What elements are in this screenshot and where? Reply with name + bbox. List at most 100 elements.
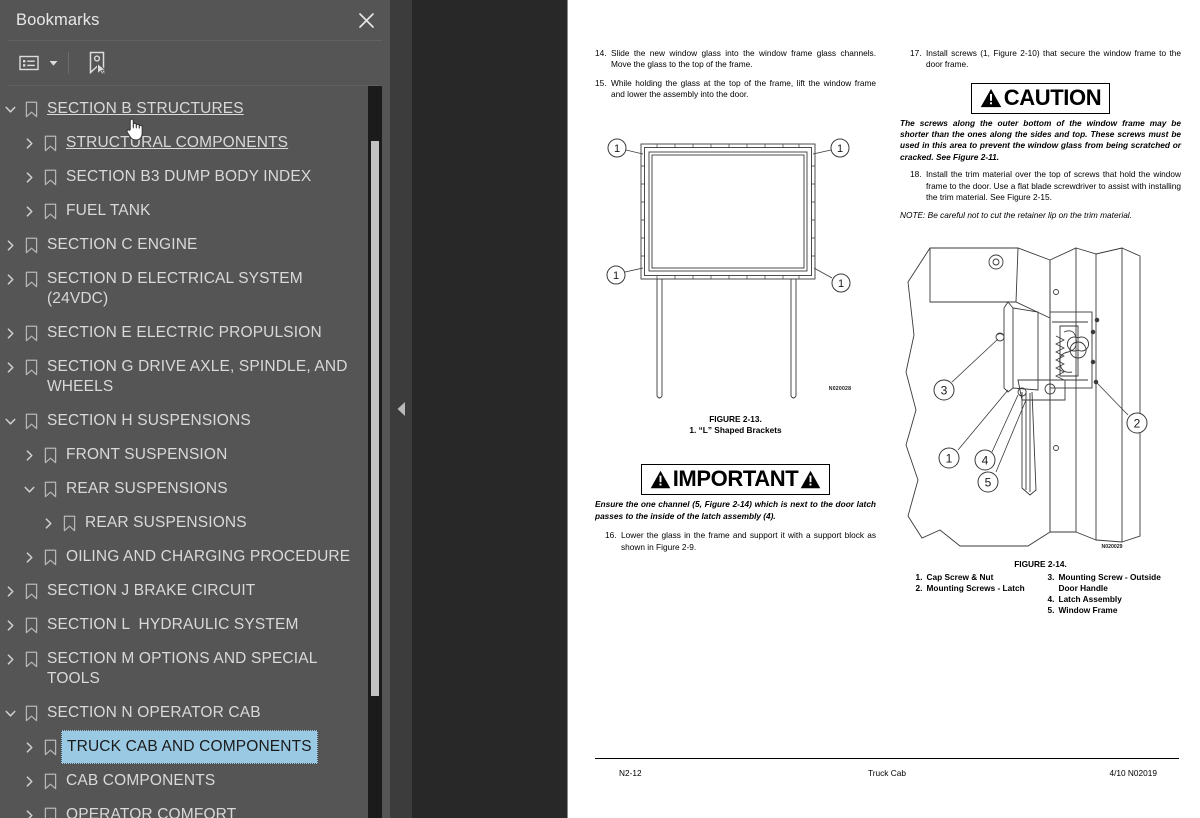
bookmark-icon <box>39 540 61 574</box>
chevron-right-icon[interactable] <box>0 350 20 384</box>
legend-item: 5. Window Frame <box>1048 605 1166 616</box>
bookmark-item[interactable]: SECTION B STRUCTURES <box>0 92 370 126</box>
chevron-right-icon[interactable] <box>0 316 20 350</box>
step-number: 17. <box>910 48 922 58</box>
bookmark-item-label: SECTION C ENGINE <box>47 236 198 253</box>
chevron-right-icon[interactable] <box>19 798 39 818</box>
legend-number: 1. <box>915 571 923 582</box>
chevron-right-icon[interactable] <box>0 574 20 608</box>
bookmark-item[interactable]: SECTION N OPERATOR CAB <box>0 696 370 730</box>
bookmark-item-label: REAR SUSPENSIONS <box>85 514 247 531</box>
bookmark-item[interactable]: SECTION J BRAKE CIRCUIT <box>0 574 370 608</box>
legend-text: Window Frame <box>1058 604 1118 615</box>
bookmark-item[interactable]: REAR SUSPENSIONS <box>0 472 370 506</box>
bookmark-icon <box>39 438 61 472</box>
chevron-right-icon[interactable] <box>19 160 39 194</box>
chevron-down-icon[interactable] <box>46 48 60 78</box>
bookmark-item[interactable]: SECTION M OPTIONS AND SPECIAL TOOLS <box>0 642 370 696</box>
chevron-right-icon[interactable] <box>0 642 20 676</box>
bookmark-item-label: CAB COMPONENTS <box>66 772 216 789</box>
chevron-down-icon[interactable] <box>0 92 20 126</box>
bookmark-item[interactable]: TRUCK CAB AND COMPONENTS <box>0 730 370 764</box>
bookmark-item[interactable]: SECTION C ENGINE <box>0 228 370 262</box>
chevron-right-icon[interactable] <box>0 228 20 262</box>
bookmark-options-list-icon[interactable] <box>12 48 46 78</box>
sidebar-scrollbar[interactable] <box>368 86 382 818</box>
figure-2-14-drawing: 3 1 4 5 2 N020029 <box>900 240 1181 555</box>
chevron-right-icon[interactable] <box>19 764 39 798</box>
chevron-right-icon[interactable] <box>38 506 58 540</box>
legend-item: 2. Mounting Screws - Latch <box>916 583 1034 594</box>
bookmark-item[interactable]: STRUCTURAL COMPONENTS <box>0 126 370 160</box>
legend-number: 1. <box>689 425 697 436</box>
chevron-down-icon[interactable] <box>0 404 20 438</box>
chevron-right-icon[interactable] <box>19 438 39 472</box>
bookmarks-toolbar <box>0 41 390 85</box>
bookmark-icon <box>58 506 80 540</box>
step-text: Lower the glass in the frame and support… <box>621 530 876 552</box>
bookmark-item[interactable]: SECTION G DRIVE AXLE, SPINDLE, AND WHEEL… <box>0 350 370 404</box>
bookmark-icon <box>20 696 42 730</box>
pdf-page: 14. Slide the new window glass into the … <box>567 0 1200 818</box>
svg-text:1: 1 <box>838 278 844 290</box>
chevron-right-icon[interactable] <box>19 730 39 764</box>
legend-column-left: 1. Cap Screw & Nut 2. Mounting Screws - … <box>916 572 1034 616</box>
bookmark-item-label: TRUCK CAB AND COMPONENTS <box>61 730 318 764</box>
svg-text:1: 1 <box>946 451 953 465</box>
figure-legend: 1. “L” Shaped Brackets <box>595 425 876 436</box>
bookmark-icon <box>39 194 61 228</box>
chevron-right-icon[interactable] <box>19 540 39 574</box>
bookmark-item[interactable]: REAR SUSPENSIONS <box>0 506 370 540</box>
chevron-down-icon[interactable] <box>0 696 20 730</box>
page-columns: 14. Slide the new window glass into the … <box>595 48 1181 616</box>
svg-text:1: 1 <box>837 143 843 155</box>
step-text: Slide the new window glass into the wind… <box>611 48 876 70</box>
sidebar-collapse-handle[interactable] <box>390 0 412 818</box>
pdf-viewer[interactable]: 14. Slide the new window glass into the … <box>412 0 1200 818</box>
chevron-right-icon[interactable] <box>0 608 20 642</box>
bookmark-item-label: SECTION E ELECTRIC PROPULSION <box>47 324 322 341</box>
close-icon[interactable] <box>353 7 379 33</box>
bookmark-item[interactable]: FRONT SUSPENSION <box>0 438 370 472</box>
warning-triangle-icon <box>800 470 821 489</box>
chevron-right-icon[interactable] <box>0 262 20 296</box>
chevron-down-icon[interactable] <box>19 472 39 506</box>
bookmark-item[interactable]: SECTION H SUSPENSIONS <box>0 404 370 438</box>
bookmark-item[interactable]: SECTION D ELECTRICAL SYSTEM (24VDC) <box>0 262 370 316</box>
bookmark-item-label: STRUCTURAL COMPONENTS <box>66 134 289 151</box>
sidebar-scrollbar-thumb[interactable] <box>371 141 379 696</box>
legend-text: Mounting Screws - Latch <box>926 582 1025 593</box>
bookmark-item[interactable]: FUEL TANK <box>0 194 370 228</box>
important-alert-box: IMPORTANT <box>640 464 831 496</box>
bookmark-item-label: SECTION M OPTIONS AND SPECIAL TOOLS <box>47 650 322 687</box>
caution-label: CAUTION <box>1003 84 1102 110</box>
bookmark-item[interactable]: OPERATOR COMFORT <box>0 798 370 818</box>
svg-text:5: 5 <box>985 475 992 489</box>
bookmark-item[interactable]: CAB COMPONENTS <box>0 764 370 798</box>
legend-item: 4. Latch Assembly <box>1048 594 1166 605</box>
step-number: 14. <box>595 48 607 58</box>
bookmark-item[interactable]: SECTION B3 DUMP BODY INDEX <box>0 160 370 194</box>
legend-number: 2. <box>915 582 923 593</box>
bookmark-item[interactable]: SECTION E ELECTRIC PROPULSION <box>0 316 370 350</box>
legend-number: 5. <box>1047 604 1055 615</box>
drawing-id: N020028 <box>829 386 851 392</box>
bookmark-item-label: SECTION L HYDRAULIC SYSTEM <box>47 616 299 633</box>
page-footer: N2-12 Truck Cab 4/10 N02019 <box>595 758 1179 778</box>
bookmark-icon <box>20 92 42 126</box>
svg-text:1: 1 <box>613 270 619 282</box>
chevron-right-icon[interactable] <box>19 194 39 228</box>
bookmarks-panel-header: Bookmarks <box>0 0 390 40</box>
step-text: Install screws (1, Figure 2-10) that sec… <box>926 48 1181 70</box>
legend-item: 3. Mounting Screw - Outside Door Handle <box>1048 572 1166 594</box>
bookmark-item-label: SECTION D ELECTRICAL SYSTEM (24VDC) <box>47 270 308 307</box>
instruction-step: 15. While holding the glass at the top o… <box>595 78 876 101</box>
left-column: 14. Slide the new window glass into the … <box>595 48 876 616</box>
svg-text:4: 4 <box>982 453 989 467</box>
new-bookmark-icon[interactable] <box>81 48 115 78</box>
bookmark-item[interactable]: SECTION L HYDRAULIC SYSTEM <box>0 608 370 642</box>
bookmark-icon <box>39 730 61 764</box>
bookmark-icon <box>20 608 42 642</box>
chevron-right-icon[interactable] <box>19 126 39 160</box>
bookmark-item[interactable]: OILING AND CHARGING PROCEDURE <box>0 540 370 574</box>
